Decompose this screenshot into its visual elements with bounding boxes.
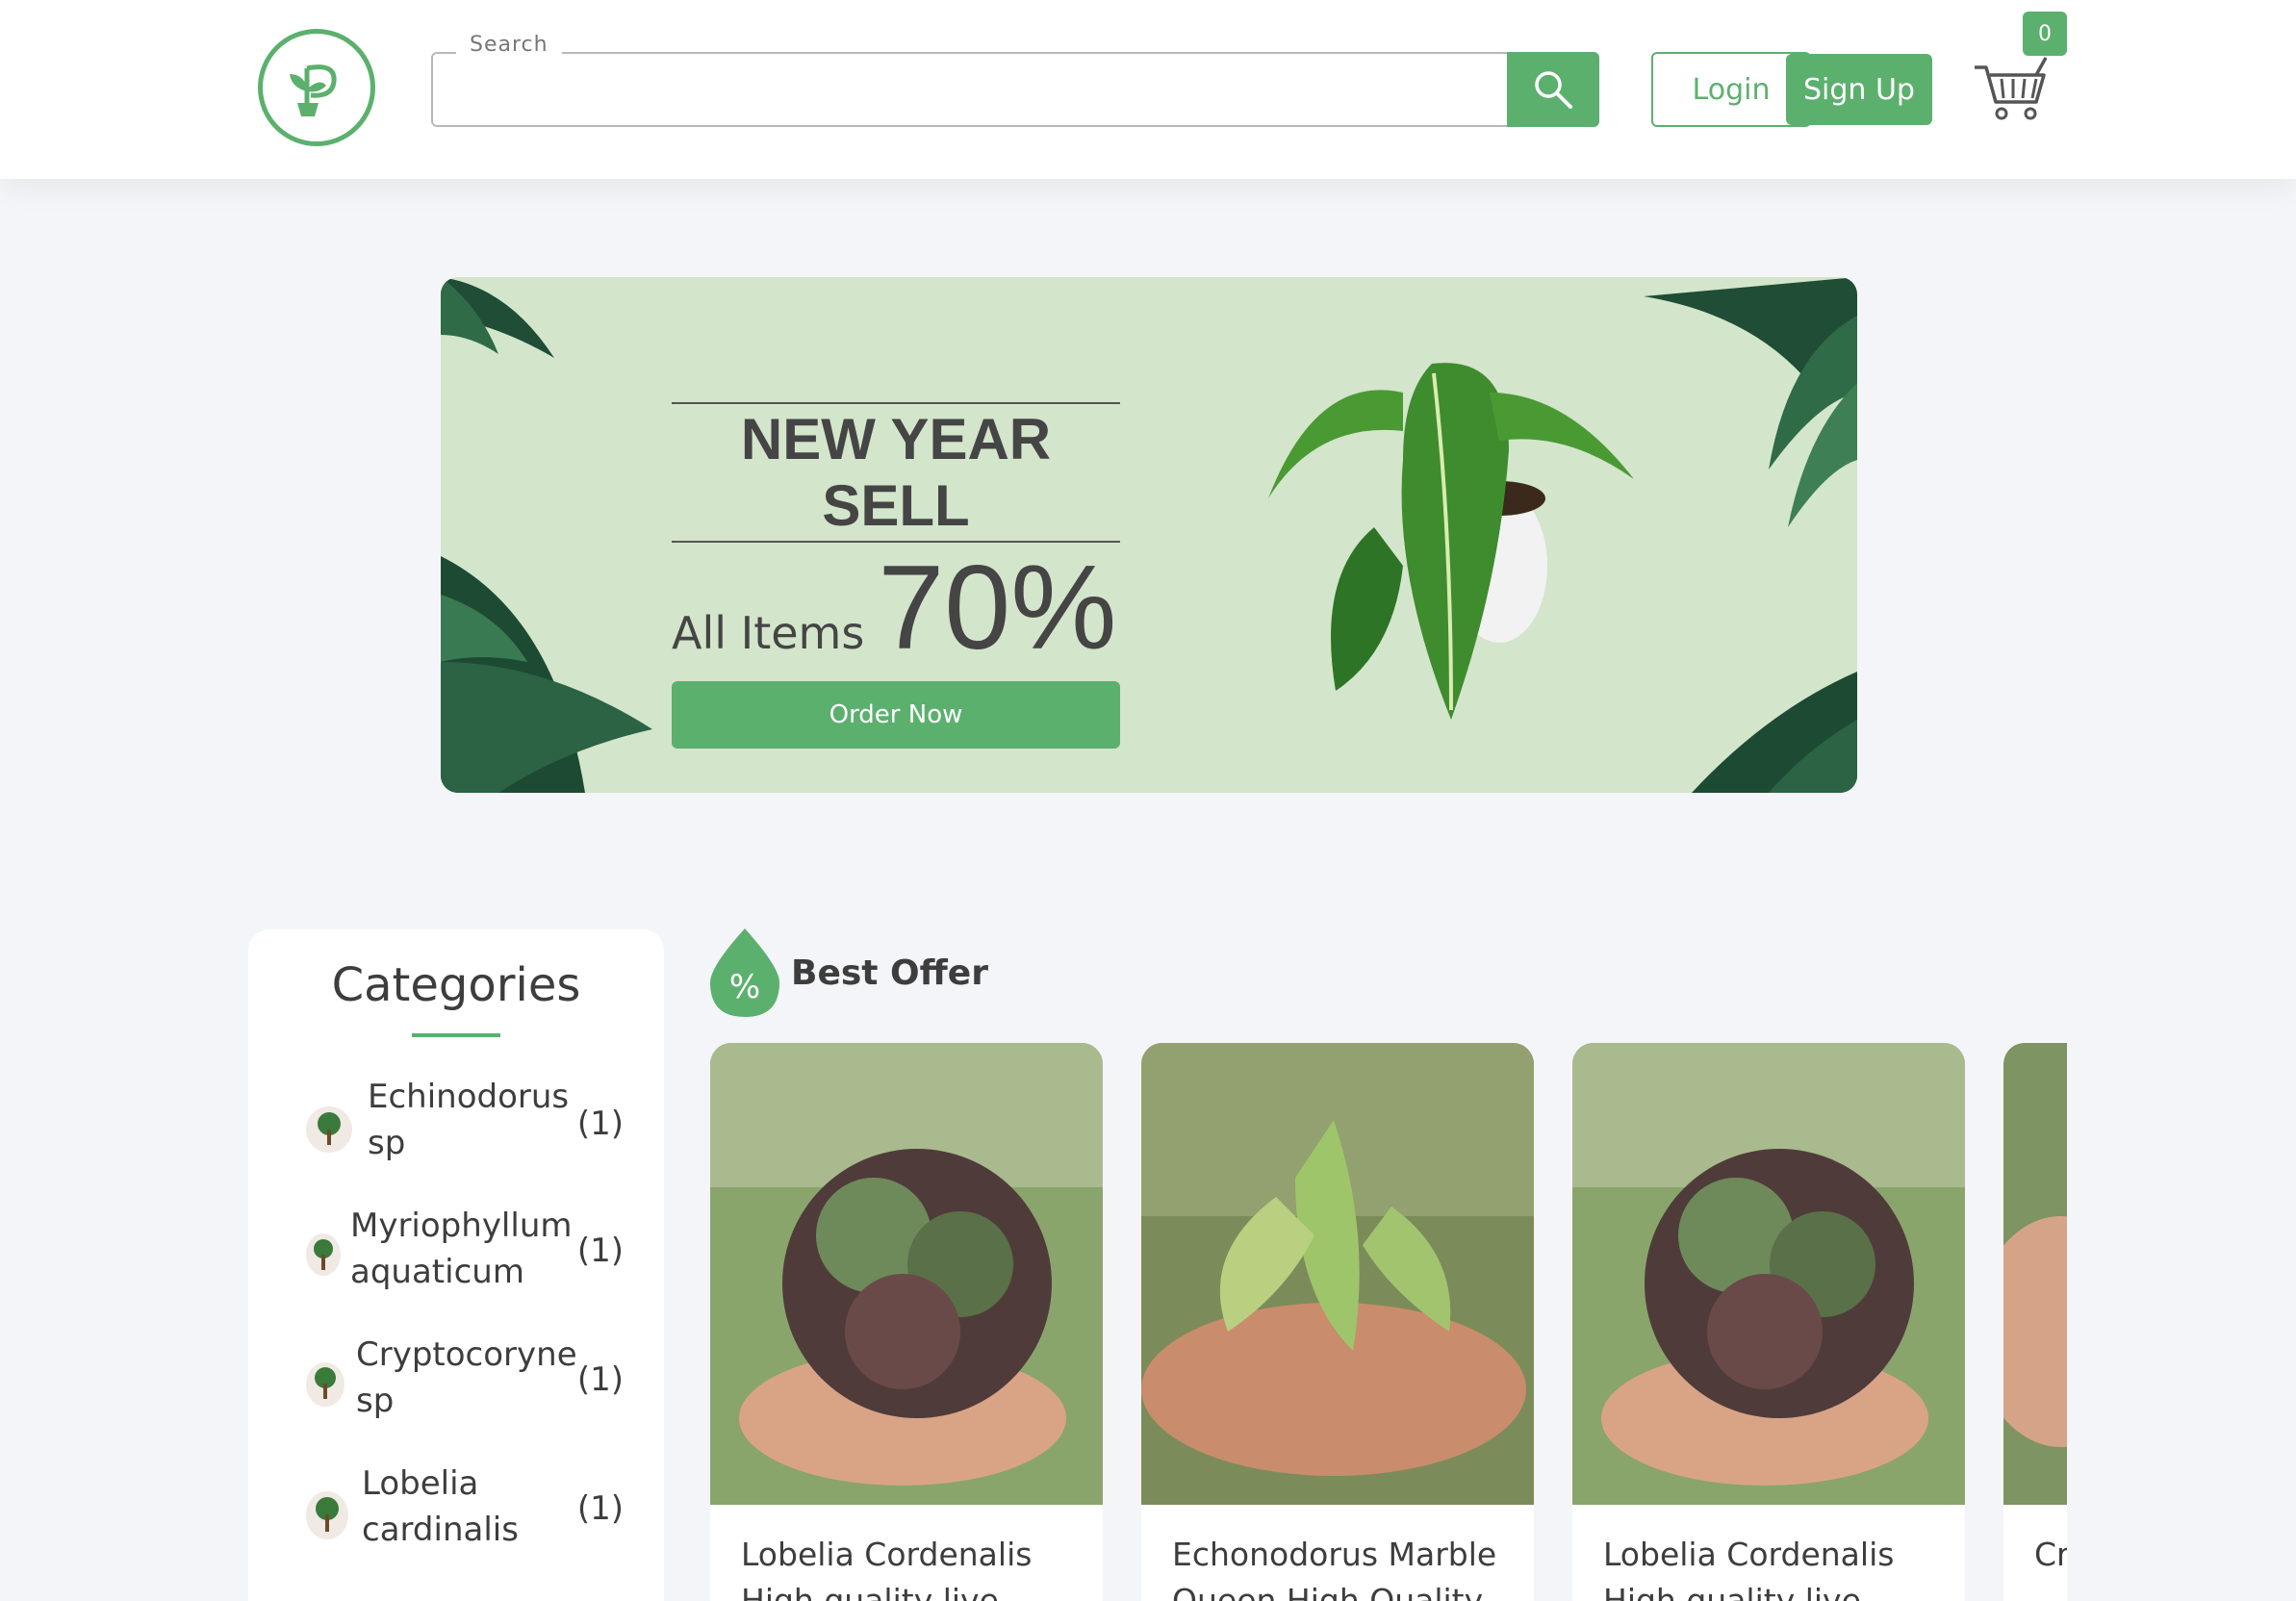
promo-banner[interactable]: NEW YEAR SELL All Items 70% Order Now — [441, 277, 1857, 793]
svg-text:%: % — [729, 968, 760, 1006]
fern-leaf-icon — [1644, 277, 1857, 527]
category-count: (1) — [576, 1105, 624, 1143]
category-name: Cryptocoryne sp — [356, 1335, 577, 1420]
category-item-myriophyllum[interactable]: Myriophyllum aquaticum (1) — [306, 1203, 624, 1309]
category-name: Echinodorus sp — [368, 1078, 570, 1162]
category-thumbnail — [306, 1491, 348, 1539]
search-box: Search — [431, 33, 1599, 127]
category-thumbnail — [306, 1106, 352, 1153]
search-icon — [1535, 71, 1572, 109]
promo-items-label: All Items — [672, 607, 865, 659]
product-card[interactable]: Lobelia Cordenalis High quality live — [710, 1043, 1103, 1601]
plant-logo-icon — [290, 64, 337, 116]
plant-icon — [316, 1497, 339, 1532]
product-card[interactable]: Lobelia Cordenalis High quality live — [1572, 1043, 1965, 1601]
categories-title: Categories — [331, 958, 581, 1012]
category-count: (1) — [576, 1489, 624, 1528]
plant-icon — [314, 1239, 333, 1270]
product-carousel[interactable]: Lobelia Cordenalis High quality live Ech… — [710, 1043, 2067, 1601]
product-card[interactable]: Cr hi — [2003, 1043, 2067, 1601]
category-name: Myriophyllum aquaticum — [350, 1207, 573, 1291]
promo-percent: 70% — [878, 542, 1117, 674]
product-card[interactable]: Echonodorus Marble Queen High Quality — [1141, 1043, 1534, 1601]
product-title: Lobelia Cordenalis High quality live — [741, 1536, 1033, 1601]
category-thumbnail — [306, 1233, 341, 1276]
category-count: (1) — [576, 1360, 624, 1399]
category-count: (1) — [576, 1232, 624, 1270]
best-offer-header: % Best Offer — [710, 928, 988, 1017]
category-name: Lobelia cardinalis — [362, 1464, 519, 1549]
category-item-cryptocoryne[interactable]: Cryptocoryne sp (1) — [306, 1332, 624, 1437]
product-title: Echonodorus Marble Queen High Quality — [1172, 1536, 1497, 1601]
product-image — [1572, 1043, 1965, 1505]
fern-leaf-icon — [1692, 672, 1857, 793]
category-item-lobelia[interactable]: Lobelia cardinalis (1) — [306, 1461, 624, 1566]
brand-logo[interactable] — [258, 29, 375, 146]
product-image — [2003, 1043, 2067, 1505]
monstera-leaf-icon — [441, 556, 652, 793]
signup-button[interactable]: Sign Up — [1786, 54, 1932, 125]
product-title: Lobelia Cordenalis High quality live — [1603, 1536, 1895, 1601]
categories-underline — [412, 1033, 500, 1037]
product-title: Cr hi — [2034, 1536, 2067, 1573]
cart-button[interactable] — [1973, 56, 2050, 123]
plant-icon — [315, 1367, 336, 1399]
discount-tag-icon: % — [710, 928, 779, 1017]
plant-icon — [318, 1112, 341, 1145]
top-header: Search Login Sign Up 0 — [0, 0, 2296, 179]
category-item-echinodorus[interactable]: Echinodorus sp (1) — [306, 1074, 624, 1180]
cart-count-badge: 0 — [2023, 12, 2067, 56]
category-thumbnail — [306, 1362, 344, 1407]
shopping-cart-icon — [1975, 57, 2048, 120]
categories-panel: Categories Echinodorus sp (1) Myriophyll… — [248, 929, 664, 1601]
promo-content: NEW YEAR SELL All Items 70% Order Now — [672, 402, 1120, 749]
promo-title: NEW YEAR SELL — [672, 402, 1120, 543]
product-image — [710, 1043, 1103, 1505]
search-input[interactable] — [433, 54, 1509, 125]
product-image — [1141, 1043, 1534, 1505]
palm-leaf-icon — [441, 277, 554, 358]
order-now-button[interactable]: Order Now — [672, 681, 1120, 749]
best-offer-title: Best Offer — [791, 953, 988, 993]
search-button[interactable] — [1507, 52, 1599, 127]
potted-plant-image — [1268, 363, 1634, 720]
